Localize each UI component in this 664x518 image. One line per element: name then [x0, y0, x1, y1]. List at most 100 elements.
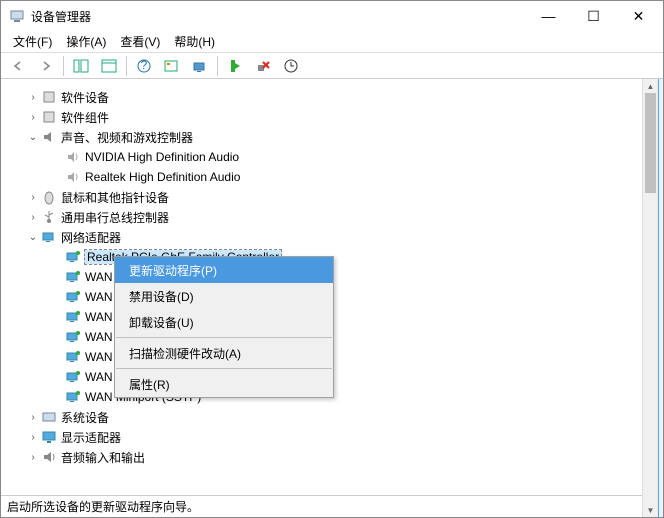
menu-help[interactable]: 帮助(H) — [174, 33, 215, 50]
menu-action[interactable]: 操作(A) — [66, 33, 106, 50]
audio-icon — [41, 129, 57, 145]
menubar: 文件(F) 操作(A) 查看(V) 帮助(H) — [1, 31, 663, 53]
context-menu-item[interactable]: 卸载设备(U) — [115, 309, 333, 335]
expander-icon[interactable]: › — [25, 409, 41, 425]
show-hide-tree-button[interactable] — [70, 55, 92, 77]
context-menu-separator — [116, 337, 332, 338]
expander-icon[interactable]: › — [25, 109, 41, 125]
maximize-button[interactable]: ☐ — [571, 1, 616, 31]
scan-hardware-button[interactable] — [189, 55, 211, 77]
uninstall-button[interactable] — [252, 55, 274, 77]
netadapter-icon — [65, 249, 81, 265]
netadapter-icon — [65, 309, 81, 325]
scroll-down-arrow[interactable]: ▼ — [643, 503, 658, 517]
netadapter-icon — [65, 369, 81, 385]
tree-node[interactable]: Realtek High Definition Audio — [5, 167, 638, 187]
menu-file[interactable]: 文件(F) — [13, 33, 52, 50]
expander-icon[interactable]: › — [25, 209, 41, 225]
tree-node[interactable]: ⌄ 声音、视频和游戏控制器 — [5, 127, 638, 147]
device-tree[interactable]: › 软件设备 › 软件组件 ⌄ 声音、视频和游戏控制器 NVIDIA High Defini… — [1, 79, 642, 495]
close-button[interactable]: ✕ — [616, 1, 661, 31]
expander-icon[interactable] — [49, 329, 65, 345]
properties-button[interactable] — [98, 55, 120, 77]
tree-node-label: 系统设备 — [61, 409, 109, 426]
statusbar: 启动所选设备的更新驱动程序向导。 — [1, 495, 642, 517]
context-menu: 更新驱动程序(P)禁用设备(D)卸载设备(U) 扫描检测硬件改动(A) 属性(R) — [114, 256, 334, 398]
speaker-icon — [65, 169, 81, 185]
context-menu-separator — [116, 368, 332, 369]
toolbar-separator — [63, 56, 64, 76]
tree-node-label: 通用串行总线控制器 — [61, 209, 169, 226]
tree-node[interactable]: › 软件设备 — [5, 87, 638, 107]
expander-icon[interactable] — [49, 389, 65, 405]
display-icon — [41, 429, 57, 445]
expander-icon[interactable]: › — [25, 449, 41, 465]
usb-icon — [41, 209, 57, 225]
action-button[interactable] — [161, 55, 183, 77]
netadapter-icon — [65, 289, 81, 305]
netadapter-icon — [65, 349, 81, 365]
network-icon — [41, 229, 57, 245]
toolbar-separator — [217, 56, 218, 76]
enable-button[interactable] — [224, 55, 246, 77]
titlebar: 设备管理器 — ☐ ✕ — [1, 1, 663, 31]
tree-node[interactable]: › 鼠标和其他指针设备 — [5, 187, 638, 207]
tree-node-label: 软件组件 — [61, 109, 109, 126]
expander-icon[interactable]: › — [25, 89, 41, 105]
svg-text:?: ? — [141, 59, 148, 72]
help-button[interactable]: ? — [133, 55, 155, 77]
tree-node-label: 网络适配器 — [61, 229, 121, 246]
tree-node[interactable]: ⌄ 网络适配器 — [5, 227, 638, 247]
tree-node-label: 软件设备 — [61, 89, 109, 106]
main-row: › 软件设备 › 软件组件 ⌄ 声音、视频和游戏控制器 NVIDIA High Defini… — [1, 79, 663, 517]
context-menu-item[interactable]: 扫描检测硬件改动(A) — [115, 340, 333, 366]
system-icon — [41, 409, 57, 425]
tree-node[interactable]: › 显示适配器 — [5, 427, 638, 447]
context-menu-item[interactable]: 属性(R) — [115, 371, 333, 397]
tree-node-label: Realtek High Definition Audio — [85, 170, 240, 184]
tree-node[interactable]: NVIDIA High Definition Audio — [5, 147, 638, 167]
expander-icon[interactable]: › — [25, 429, 41, 445]
toolbar: ? — [1, 53, 663, 79]
expander-icon[interactable] — [49, 349, 65, 365]
mouse-icon — [41, 189, 57, 205]
tree-node-label: 显示适配器 — [61, 429, 121, 446]
minimize-button[interactable]: — — [526, 1, 571, 31]
back-button[interactable] — [7, 55, 29, 77]
context-menu-item[interactable]: 更新驱动程序(P) — [115, 257, 333, 283]
expander-icon[interactable] — [49, 309, 65, 325]
tree-node-label: 鼠标和其他指针设备 — [61, 189, 169, 206]
tree-node-label: NVIDIA High Definition Audio — [85, 150, 239, 164]
expander-icon[interactable] — [49, 369, 65, 385]
tree-node-label: 音频输入和输出 — [61, 449, 145, 466]
menu-view[interactable]: 查看(V) — [120, 33, 160, 50]
netadapter-icon — [65, 389, 81, 405]
expander-icon[interactable] — [49, 169, 65, 185]
context-menu-item[interactable]: 禁用设备(D) — [115, 283, 333, 309]
tree-node[interactable]: › 软件组件 — [5, 107, 638, 127]
expander-icon[interactable] — [49, 249, 65, 265]
expander-icon[interactable]: ⌄ — [25, 229, 41, 245]
forward-button[interactable] — [35, 55, 57, 77]
vertical-scrollbar[interactable]: ▲ ▼ — [642, 79, 658, 517]
tree-node-label: 声音、视频和游戏控制器 — [61, 129, 193, 146]
device-icon — [41, 89, 57, 105]
scroll-up-arrow[interactable]: ▲ — [643, 79, 658, 93]
scrollbar-thumb[interactable] — [645, 93, 656, 193]
app-icon — [9, 8, 25, 24]
window-title: 设备管理器 — [31, 8, 526, 25]
expander-icon[interactable]: › — [25, 189, 41, 205]
update-driver-button[interactable] — [280, 55, 302, 77]
toolbar-separator — [126, 56, 127, 76]
statusbar-text: 启动所选设备的更新驱动程序向导。 — [7, 498, 199, 515]
tree-node[interactable]: › 通用串行总线控制器 — [5, 207, 638, 227]
expander-icon[interactable] — [49, 269, 65, 285]
netadapter-icon — [65, 329, 81, 345]
expander-icon[interactable]: ⌄ — [25, 129, 41, 145]
tree-node[interactable]: › 音频输入和输出 — [5, 447, 638, 467]
speaker-icon — [65, 149, 81, 165]
netadapter-icon — [65, 269, 81, 285]
expander-icon[interactable] — [49, 289, 65, 305]
tree-node[interactable]: › 系统设备 — [5, 407, 638, 427]
expander-icon[interactable] — [49, 149, 65, 165]
